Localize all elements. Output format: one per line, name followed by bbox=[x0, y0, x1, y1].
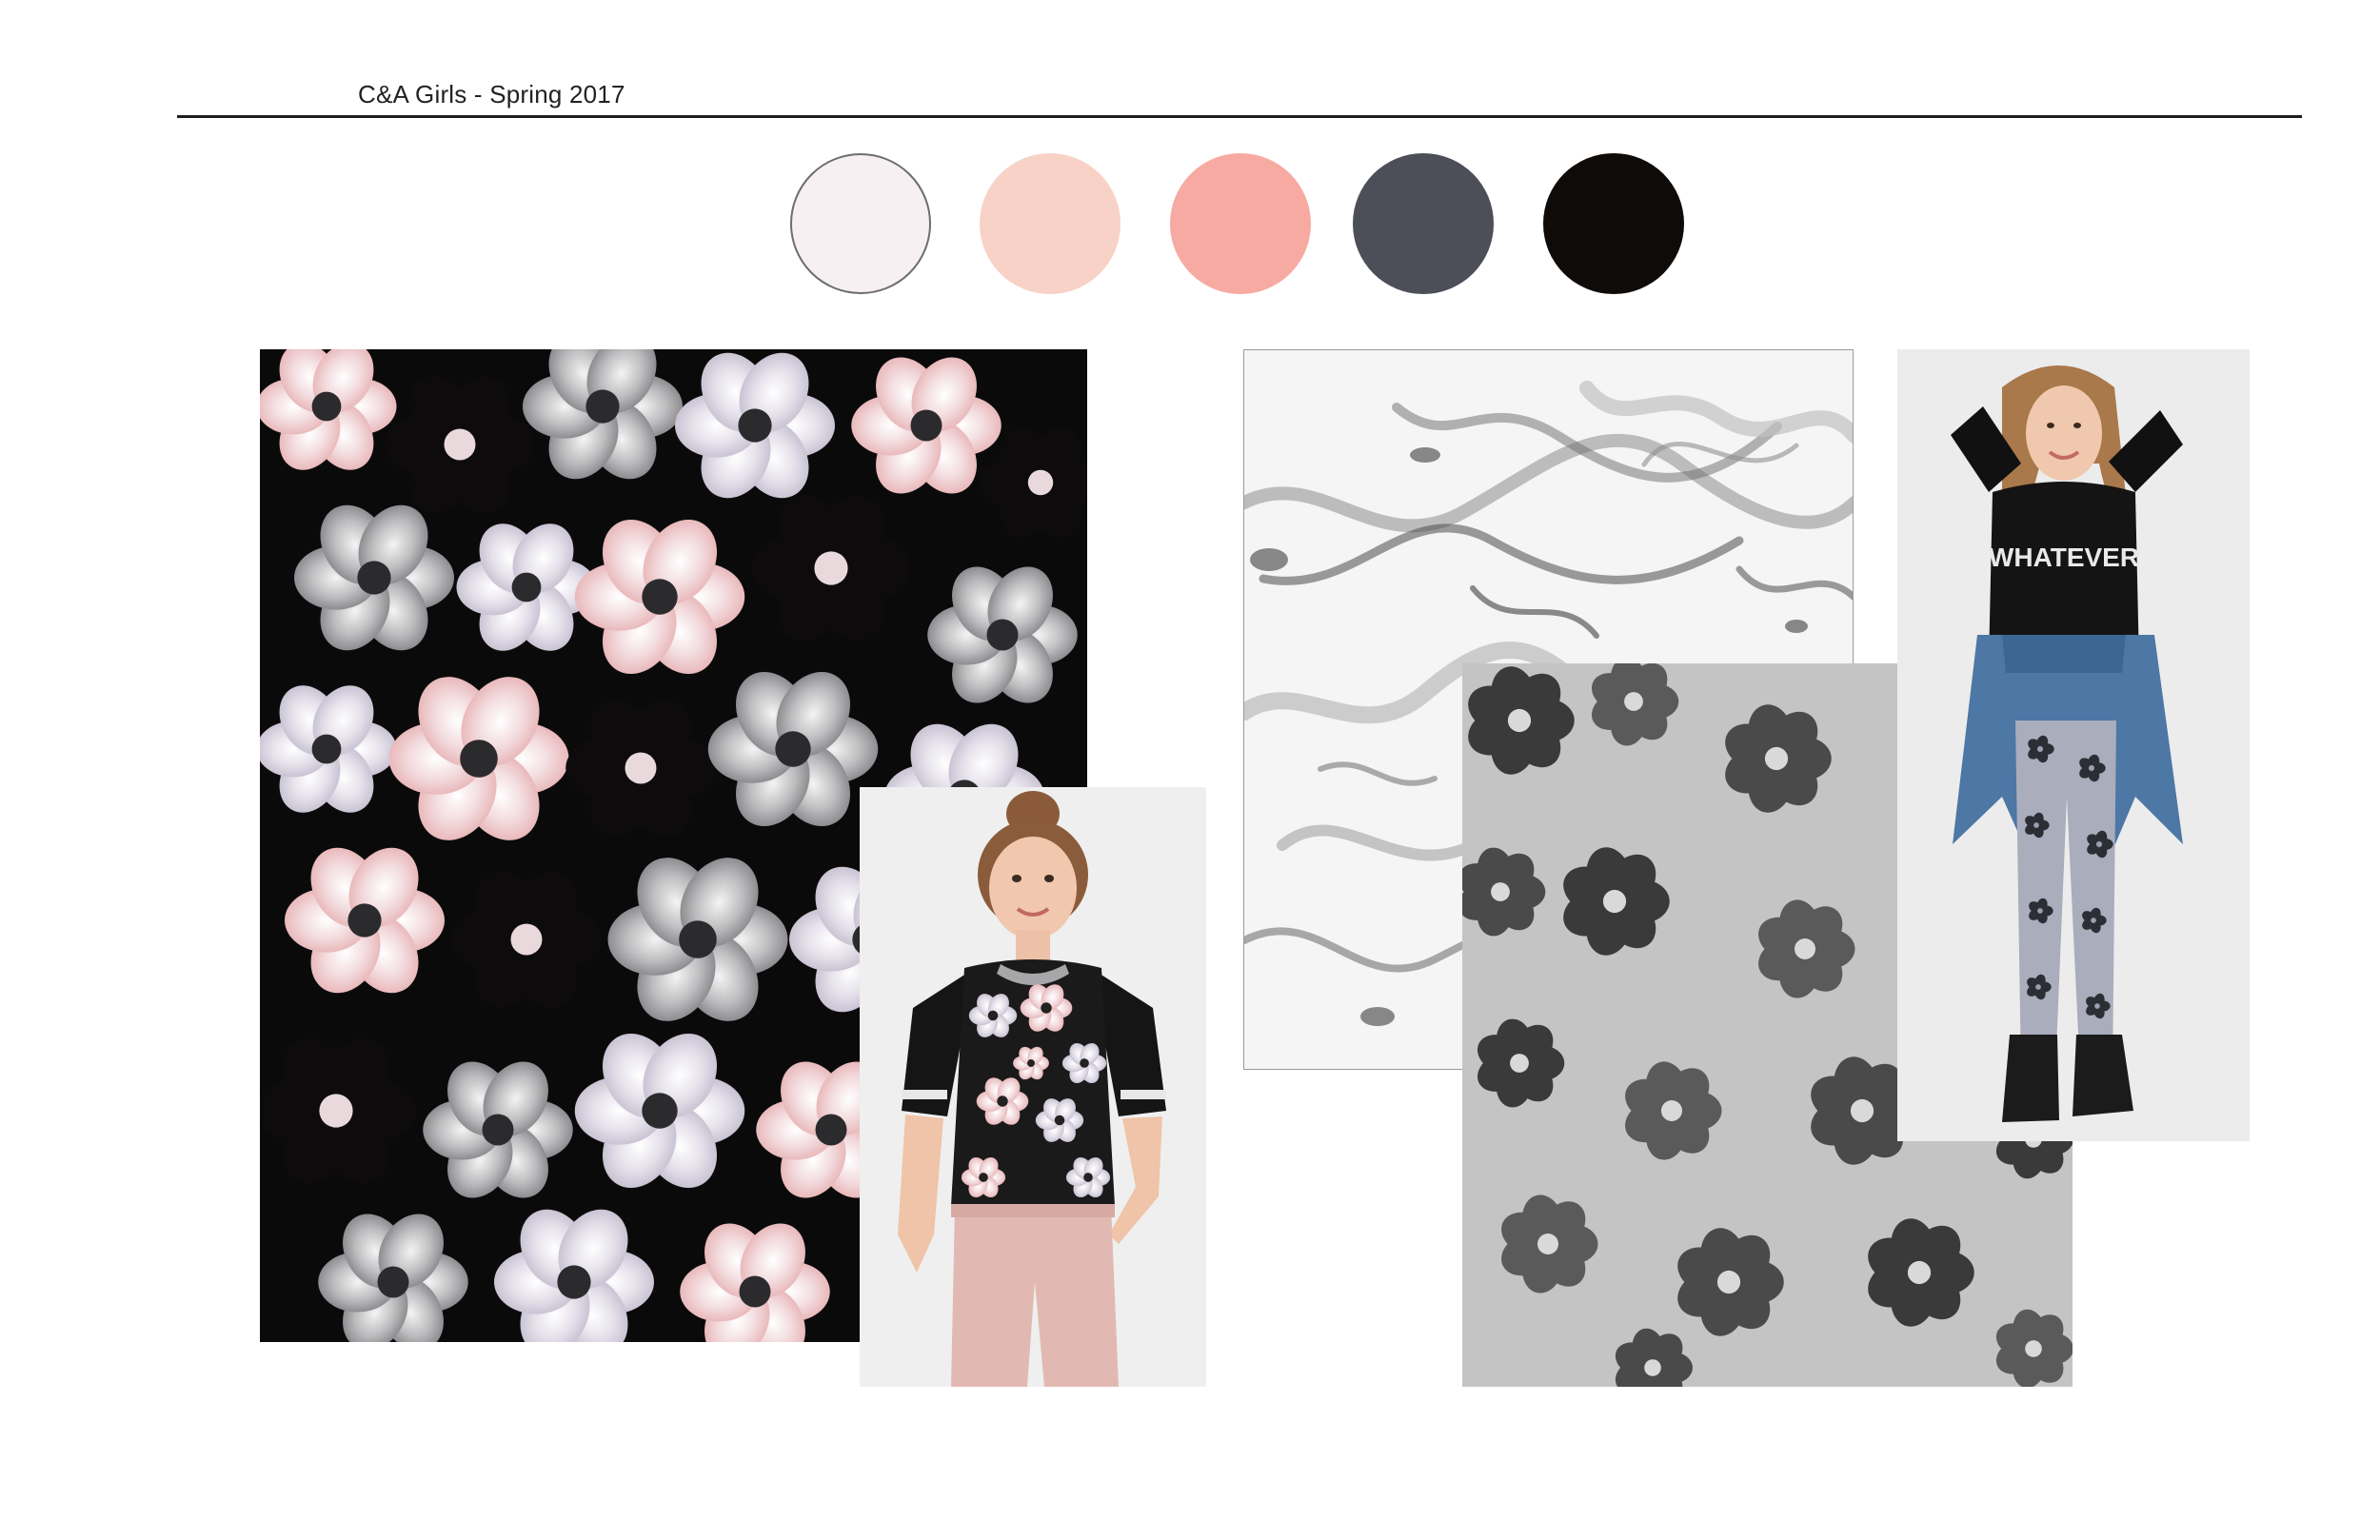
swatch-off-white bbox=[790, 153, 931, 294]
model-tee-photo bbox=[860, 787, 1206, 1387]
swatch-coral-pink bbox=[1170, 153, 1311, 294]
page-title: C&A Girls - Spring 2017 bbox=[358, 80, 625, 109]
swatch-black bbox=[1543, 153, 1684, 294]
swatch-charcoal bbox=[1353, 153, 1494, 294]
swatch-blush bbox=[980, 153, 1121, 294]
model-leggings-photo: WHATEVER bbox=[1897, 349, 2250, 1141]
tee-slogan: WHATEVER bbox=[1989, 543, 2139, 572]
header-divider bbox=[177, 115, 2302, 118]
